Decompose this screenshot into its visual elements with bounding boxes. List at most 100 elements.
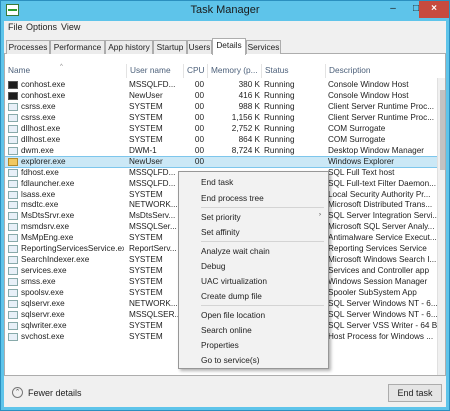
process-description: SQL Server Windows NT - 6...: [328, 299, 438, 308]
process-memory: 1,156 K: [231, 112, 260, 122]
console-icon: [8, 91, 18, 100]
process-name: csrss.exe: [21, 112, 56, 122]
process-memory: 864 K: [238, 134, 260, 144]
ctx-separator: [201, 241, 324, 242]
process-name: msmdsrv.exe: [21, 222, 70, 232]
process-description: SQL Server VSS Writer - 64 Bit: [328, 320, 438, 330]
menu-bar: File Options View: [4, 21, 446, 35]
process-name: services.exe: [21, 266, 67, 276]
process-user: SYSTEM: [129, 255, 163, 265]
end-task-button[interactable]: End task: [388, 384, 442, 402]
tab-app-history[interactable]: App history: [105, 40, 153, 54]
process-description: Client Server Runtime Proc...: [328, 101, 435, 111]
ctx-properties[interactable]: Properties: [201, 340, 239, 350]
process-name: dwm.exe: [21, 145, 54, 155]
process-description: Desktop Window Manager: [328, 145, 425, 155]
process-status: Running: [264, 80, 295, 89]
tab-services[interactable]: Services: [246, 40, 281, 54]
ctx-search-online[interactable]: Search online: [201, 325, 252, 335]
process-user: MSSQLSER...: [129, 309, 182, 319]
process-status: Running: [264, 112, 295, 122]
process-name: dllhost.exe: [21, 134, 61, 144]
collapse-icon[interactable]: ⌃: [12, 387, 23, 398]
ctx-uac-virtualization[interactable]: UAC virtualization: [201, 276, 267, 286]
app-icon: [8, 321, 18, 330]
process-description: Antimalware Service Execut...: [328, 233, 437, 243]
tab-strip: Processes Performance App history Startu…: [4, 38, 446, 55]
process-status: Running: [264, 145, 295, 155]
ctx-end-process-tree[interactable]: End process tree: [201, 193, 264, 203]
table-row[interactable]: dwm.exe DWM-1 00 8,724 K Running Desktop Wind…: [5, 146, 437, 157]
process-name: SearchIndexer.exe: [21, 255, 90, 265]
folder-icon: [8, 157, 18, 166]
ctx-end-task[interactable]: End task: [201, 177, 233, 187]
menu-view[interactable]: View: [61, 22, 80, 32]
process-user: NETWORK...: [129, 299, 178, 308]
process-user: SYSTEM: [129, 331, 163, 341]
process-cpu: 00: [194, 90, 204, 100]
ctx-set-affinity[interactable]: Set affinity: [201, 227, 240, 237]
process-name: conhost.exe: [21, 80, 66, 89]
process-memory: 416 K: [238, 90, 260, 100]
column-cpu[interactable]: CPU: [183, 64, 207, 78]
table-row[interactable]: dllhost.exe SYSTEM 00 864 K Running COM Surro…: [5, 135, 437, 146]
ctx-go-to-services[interactable]: Go to service(s): [201, 355, 260, 365]
process-name: lsass.exe: [21, 189, 56, 199]
column-memory[interactable]: Memory (p...: [207, 64, 261, 78]
process-name: ReportingServicesService.exe: [21, 244, 124, 254]
ctx-create-dump-file[interactable]: Create dump file: [201, 291, 262, 301]
tab-users[interactable]: Users: [187, 40, 212, 54]
minimize-button[interactable]: –: [382, 1, 404, 18]
menu-file[interactable]: File: [8, 22, 23, 32]
table-row[interactable]: conhost.exe NewUser 00 416 K Running Console …: [5, 91, 437, 102]
vertical-scrollbar[interactable]: [437, 78, 445, 375]
ctx-debug[interactable]: Debug: [201, 261, 225, 271]
ctx-set-priority[interactable]: Set priority: [201, 212, 241, 222]
process-status: Running: [264, 134, 295, 144]
column-description[interactable]: Description: [325, 64, 437, 78]
table-row[interactable]: explorer.exe NewUser 00 Windows Explorer: [5, 155, 438, 169]
process-memory: 2,752 K: [231, 123, 260, 133]
ctx-separator: [201, 305, 324, 306]
ctx-open-file-location[interactable]: Open file location: [201, 310, 265, 320]
column-header-row: ^ Name User name CPU Memory (p... Status…: [5, 64, 437, 78]
tab-details[interactable]: Details: [212, 38, 246, 55]
process-cpu: 00: [194, 145, 204, 155]
table-row[interactable]: conhost.exe MSSQLFD... 00 380 K Running Conso…: [5, 80, 437, 91]
tab-startup[interactable]: Startup: [153, 40, 187, 54]
console-icon: [8, 81, 18, 89]
column-user-name[interactable]: User name: [126, 64, 183, 78]
column-name[interactable]: Name: [5, 64, 126, 78]
process-description: Microsoft Windows Search I...: [328, 255, 437, 265]
process-user: SYSTEM: [129, 277, 163, 287]
app-icon: [8, 289, 18, 298]
ctx-analyze-wait-chain[interactable]: Analyze wait chain: [201, 246, 270, 256]
tab-processes[interactable]: Processes: [6, 40, 50, 54]
table-row[interactable]: csrss.exe SYSTEM 00 988 K Running Client Serv…: [5, 102, 437, 113]
app-icon: [8, 113, 18, 122]
close-button[interactable]: ×: [419, 1, 449, 18]
process-user: NETWORK...: [129, 200, 178, 210]
process-description: Microsoft SQL Server Analy...: [328, 222, 435, 232]
column-status[interactable]: Status: [261, 64, 325, 78]
process-name: fdlauncher.exe: [21, 178, 75, 188]
title-bar[interactable]: Task Manager – □ ×: [1, 1, 449, 20]
process-user: MSSQLSer...: [129, 222, 177, 232]
table-row[interactable]: csrss.exe SYSTEM 00 1,156 K Running Client Se…: [5, 113, 437, 124]
process-name: dllhost.exe: [21, 123, 61, 133]
process-name: explorer.exe: [21, 156, 66, 166]
tab-performance[interactable]: Performance: [50, 40, 105, 54]
menu-options[interactable]: Options: [26, 22, 57, 32]
process-name: smss.exe: [21, 277, 56, 287]
process-description: SQL Full Text host: [328, 167, 395, 177]
app-icon: [8, 310, 18, 319]
fewer-details-link[interactable]: Fewer details: [28, 388, 82, 398]
process-name: csrss.exe: [21, 101, 56, 111]
scrollbar-thumb[interactable]: [440, 90, 445, 170]
ctx-separator: [201, 207, 324, 208]
process-description: COM Surrogate: [328, 123, 386, 133]
process-cpu: 00: [194, 101, 204, 111]
table-row[interactable]: dllhost.exe SYSTEM 00 2,752 K Running COM Sur…: [5, 124, 437, 135]
context-menu: End task End process tree Set priority ›…: [178, 171, 329, 369]
process-user: ReportServ...: [129, 244, 177, 254]
